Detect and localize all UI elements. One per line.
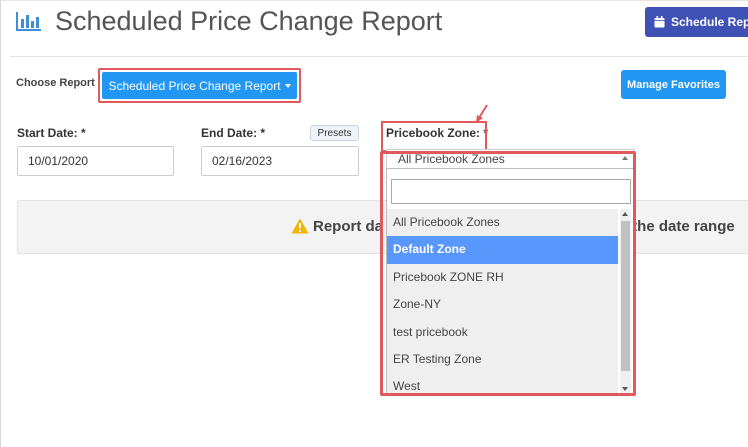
- calendar-icon: [654, 16, 665, 28]
- zone-label-highlight: [381, 121, 487, 152]
- zone-options-list: All Pricebook Zones Default Zone Pricebo…: [387, 209, 618, 394]
- report-message-left: Report da: [313, 218, 384, 235]
- dropdown-scrollbar[interactable]: [620, 209, 631, 394]
- end-date-input[interactable]: [201, 146, 359, 176]
- scroll-down-icon[interactable]: [622, 387, 628, 391]
- page-title: Scheduled Price Change Report: [55, 6, 443, 36]
- presets-button[interactable]: Presets: [310, 125, 359, 141]
- zone-option[interactable]: All Pricebook Zones: [387, 209, 618, 236]
- manage-favorites-button[interactable]: Manage Favorites: [621, 70, 726, 99]
- annotation-arrow: [476, 104, 488, 123]
- zone-dropdown: All Pricebook Zones Default Zone Pricebo…: [386, 168, 635, 395]
- zone-option[interactable]: Zone-NY: [387, 291, 618, 318]
- report-message-right: t the date range: [623, 218, 735, 235]
- choose-report-label: Choose Report: [16, 77, 95, 89]
- caret-down-icon: [284, 83, 291, 88]
- schedule-report-button[interactable]: Schedule Report: [645, 7, 748, 37]
- report-select-button[interactable]: Scheduled Price Change Report: [102, 72, 297, 99]
- zone-search-input[interactable]: [391, 179, 631, 204]
- scrollbar-thumb[interactable]: [621, 221, 630, 371]
- schedule-report-label: Schedule Report: [671, 15, 748, 29]
- scroll-up-icon[interactable]: [622, 212, 628, 216]
- zone-option-highlighted[interactable]: Default Zone: [387, 236, 618, 264]
- end-date-label: End Date: *: [201, 126, 266, 140]
- warning-icon: [291, 218, 309, 234]
- start-date-label: Start Date: *: [17, 126, 86, 140]
- pricebook-zone-select[interactable]: All Pricebook Zones: [386, 149, 635, 169]
- pricebook-zone-value: All Pricebook Zones: [398, 152, 505, 166]
- zone-option[interactable]: West: [387, 373, 618, 394]
- bar-chart-icon: [16, 12, 41, 31]
- zone-option[interactable]: Pricebook ZONE RH: [387, 264, 618, 291]
- header-divider: [10, 56, 748, 57]
- chevron-up-icon: [622, 156, 628, 160]
- zone-option[interactable]: test pricebook: [387, 319, 618, 346]
- report-select-label: Scheduled Price Change Report: [108, 78, 281, 93]
- start-date-input[interactable]: [17, 146, 174, 176]
- zone-option[interactable]: ER Testing Zone: [387, 346, 618, 373]
